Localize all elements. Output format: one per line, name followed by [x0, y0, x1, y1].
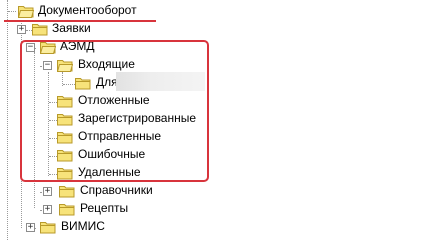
expand-plus-icon[interactable]: + — [43, 205, 52, 214]
folder-icon — [59, 204, 75, 216]
folder-icon — [32, 24, 48, 36]
tree-node-label: Документооборот — [38, 3, 137, 17]
expand-plus-icon[interactable]: + — [26, 223, 35, 232]
tree-node-label: ВИМИС — [61, 219, 105, 233]
folder-icon — [40, 222, 56, 234]
folder-icon — [59, 186, 75, 198]
tree-node-label: Заявки — [52, 21, 91, 35]
tree-node-label: Справочники — [80, 183, 153, 197]
highlight-frame — [20, 40, 209, 182]
folder-open-icon — [18, 6, 34, 18]
expand-plus-icon[interactable]: + — [17, 25, 26, 34]
expand-plus-icon[interactable]: + — [43, 187, 52, 196]
tree-connector-line — [8, 11, 16, 12]
tree-node-label: Рецепты — [80, 201, 129, 215]
tree-connector-line — [7, 0, 8, 240]
